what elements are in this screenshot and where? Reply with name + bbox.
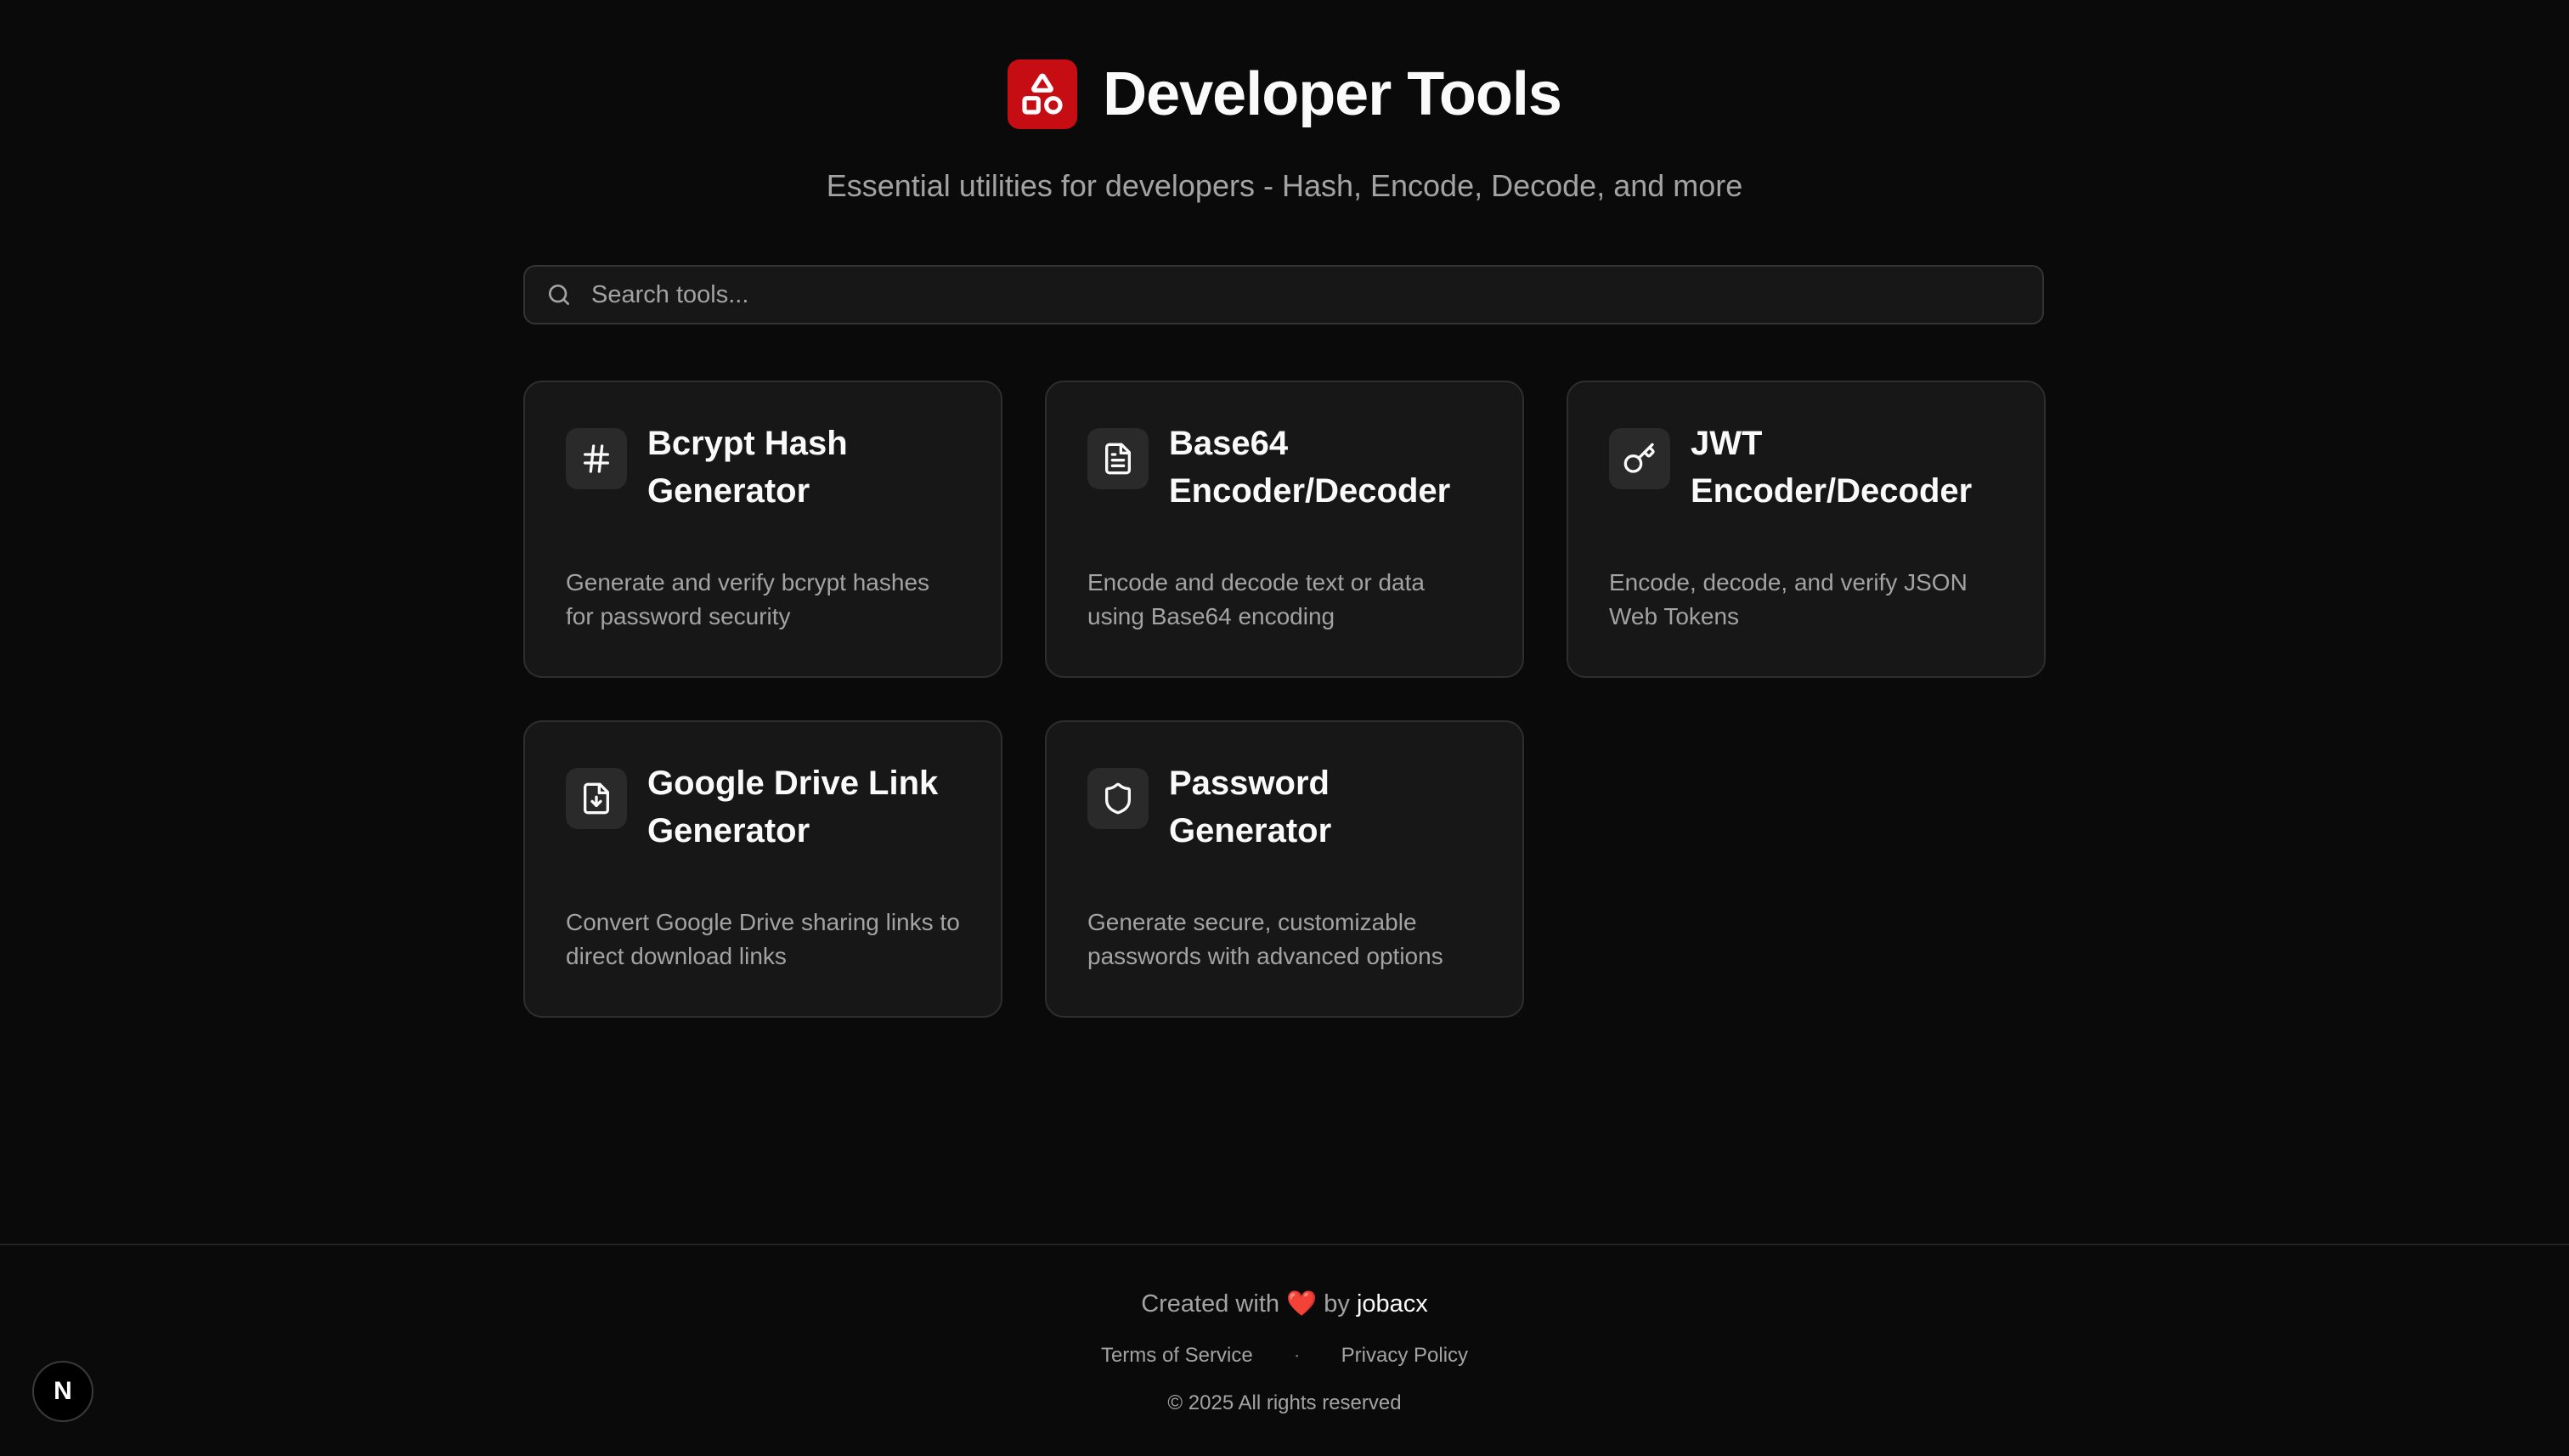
nextjs-dev-badge[interactable]: N xyxy=(32,1361,93,1422)
shield-icon xyxy=(1087,768,1149,829)
shapes-logo-icon xyxy=(1008,59,1078,129)
nextjs-badge-label: N xyxy=(54,1377,72,1405)
tool-card-description: Encode and decode text or data using Bas… xyxy=(1087,569,1425,629)
tools-grid: Bcrypt Hash Generator Generate and verif… xyxy=(523,381,2046,1018)
footer-separator: · xyxy=(1293,1344,1301,1367)
hash-icon xyxy=(566,428,627,489)
key-icon xyxy=(1609,428,1670,489)
search-input[interactable] xyxy=(591,267,2042,323)
file-download-icon xyxy=(566,768,627,829)
created-by: by xyxy=(1324,1290,1350,1318)
tool-card-description: Convert Google Drive sharing links to di… xyxy=(566,909,960,969)
heart-icon: ❤️ xyxy=(1286,1290,1318,1318)
tool-card-description: Encode, decode, and verify JSON Web Toke… xyxy=(1609,569,1968,629)
footer-links: Terms of Service · Privacy Policy xyxy=(0,1344,2569,1368)
terms-of-service-link[interactable]: Terms of Service xyxy=(1101,1344,1253,1368)
page-subtitle: Essential utilities for developers - Has… xyxy=(826,168,1743,203)
tool-card-jwt[interactable]: JWT Encoder/Decoder Encode, decode, and … xyxy=(1567,381,2046,678)
tool-card-title: Bcrypt Hash Generator xyxy=(647,425,848,510)
tool-card-title: JWT Encoder/Decoder xyxy=(1691,425,1973,510)
tool-card-google-drive[interactable]: Google Drive Link Generator Convert Goog… xyxy=(523,720,1002,1018)
created-prefix: Created with xyxy=(1141,1290,1280,1318)
tool-card-title: Password Generator xyxy=(1169,765,1332,849)
page-footer: Created with ❤️ by jobacx Terms of Servi… xyxy=(0,1244,2569,1456)
tool-card-password[interactable]: Password Generator Generate secure, cust… xyxy=(1045,720,1524,1018)
tool-card-bcrypt[interactable]: Bcrypt Hash Generator Generate and verif… xyxy=(523,381,1002,678)
file-text-icon xyxy=(1087,428,1149,489)
tool-card-title: Google Drive Link Generator xyxy=(647,765,939,849)
tool-card-description: Generate and verify bcrypt hashes for pa… xyxy=(566,569,930,629)
tool-card-base64[interactable]: Base64 Encoder/Decoder Encode and decode… xyxy=(1045,381,1524,678)
copyright-text: © 2025 All rights reserved xyxy=(1167,1391,1402,1414)
author-name: jobacx xyxy=(1356,1290,1428,1318)
page-header: Developer Tools xyxy=(0,59,2569,129)
created-with-line: Created with ❤️ by jobacx xyxy=(0,1290,2569,1318)
search-icon xyxy=(544,279,574,310)
privacy-policy-link[interactable]: Privacy Policy xyxy=(1341,1344,1468,1368)
tool-card-description: Generate secure, customizable passwords … xyxy=(1087,909,1443,969)
search-bar[interactable] xyxy=(523,265,2044,324)
tool-card-title: Base64 Encoder/Decoder xyxy=(1169,425,1451,510)
page-title: Developer Tools xyxy=(1103,60,1562,128)
